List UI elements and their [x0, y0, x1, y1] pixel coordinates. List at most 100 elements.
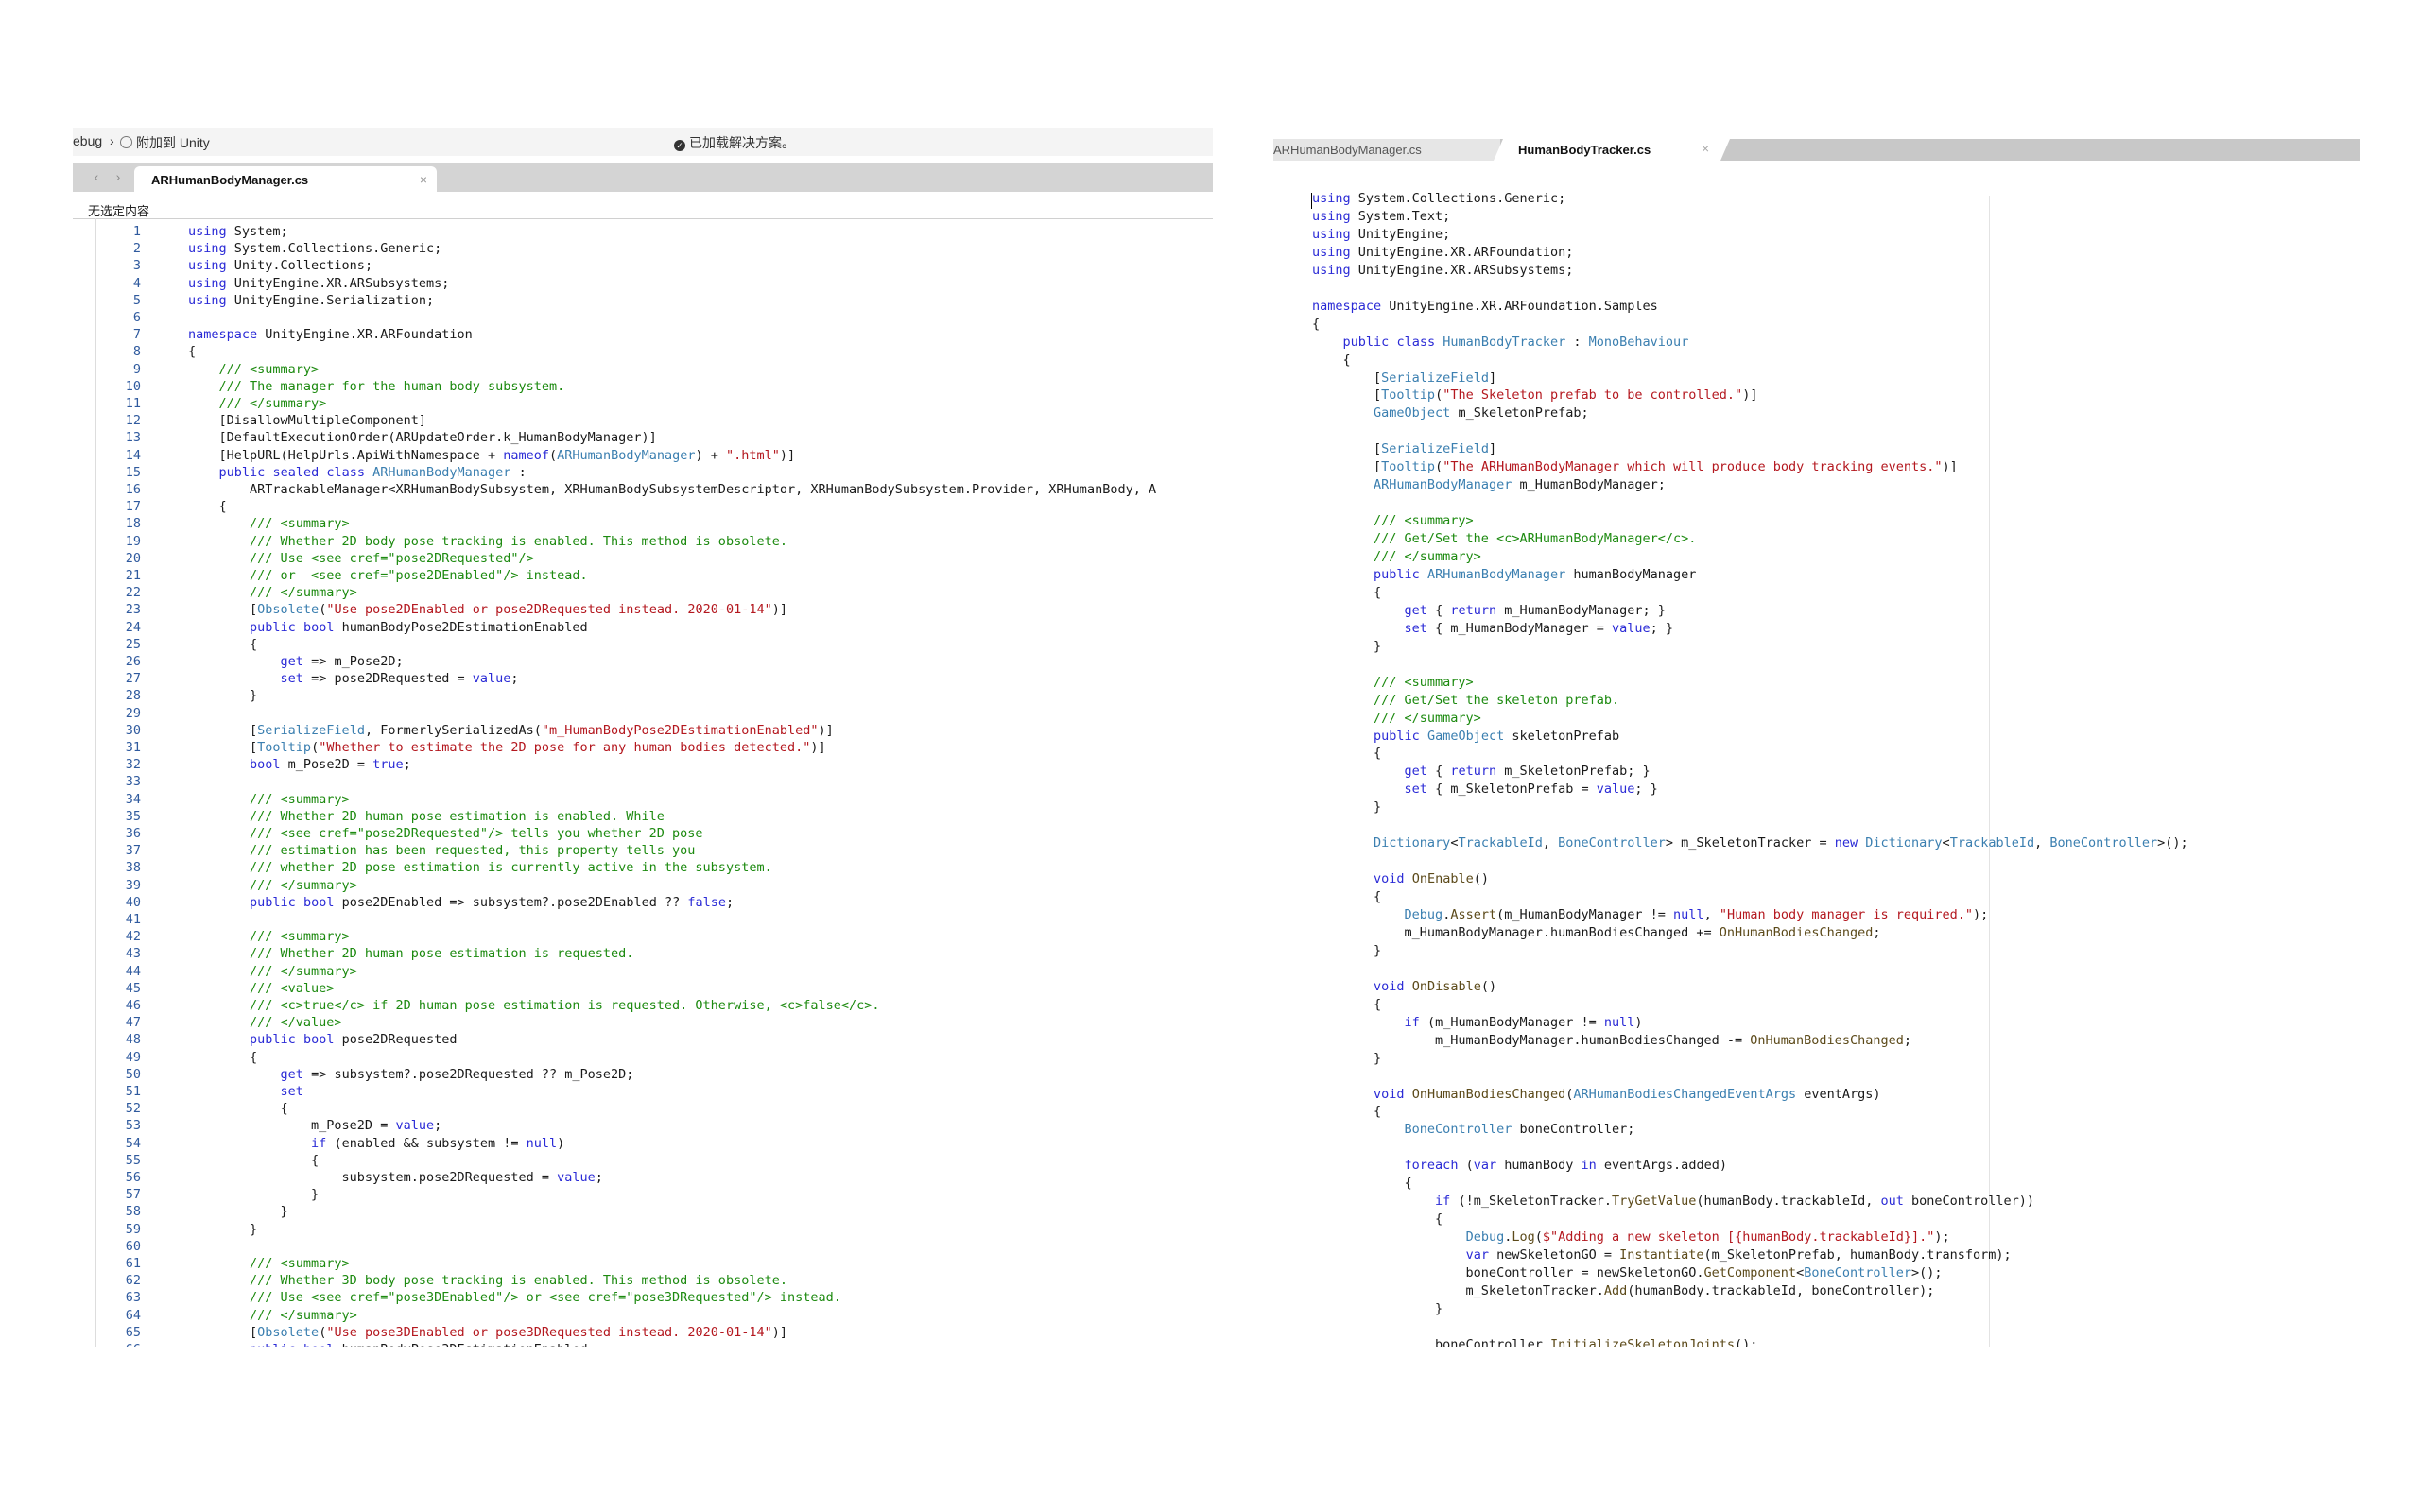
code-line[interactable]: { [1312, 997, 1381, 1012]
code-line[interactable]: /// <summary> [188, 1256, 350, 1271]
code-line[interactable]: { [1312, 1176, 1412, 1191]
code-line[interactable]: [SerializeField, FormerlySerializedAs("m… [188, 723, 834, 738]
code-line[interactable]: [Obsolete("Use pose3DEnabled or pose3DRe… [188, 1325, 787, 1340]
code-line[interactable]: [SerializeField] [1312, 441, 1496, 456]
code-line[interactable]: /// estimation has been requested, this … [188, 843, 695, 858]
code-line[interactable]: void OnDisable() [1312, 979, 1496, 994]
code-line[interactable]: ARTrackableManager<XRHumanBodySubsystem,… [188, 482, 1156, 497]
code-line[interactable]: GameObject m_SkeletonPrefab; [1312, 405, 1589, 421]
code-line[interactable]: } [188, 1204, 288, 1219]
code-line[interactable]: public sealed class ARHumanBodyManager : [188, 465, 527, 480]
code-line[interactable]: { [188, 499, 227, 514]
code-line[interactable]: Debug.Assert(m_HumanBodyManager != null,… [1312, 907, 1989, 922]
close-icon[interactable]: × [420, 172, 427, 187]
code-line[interactable]: public ARHumanBodyManager humanBodyManag… [1312, 567, 1696, 582]
code-line[interactable]: { [1312, 746, 1381, 761]
code-line[interactable]: namespace UnityEngine.XR.ARFoundation.Sa… [1312, 299, 1658, 314]
code-line[interactable]: foreach (var humanBody in eventArgs.adde… [1312, 1158, 1727, 1173]
code-line[interactable]: /// or <see cref="pose2DEnabled"/> inste… [188, 568, 588, 583]
code-line[interactable]: get => subsystem?.pose2DRequested ?? m_P… [188, 1067, 634, 1082]
code-line[interactable]: [DisallowMultipleComponent] [188, 413, 426, 428]
code-line[interactable]: /// <summary> [188, 362, 320, 377]
code-line[interactable]: } [1312, 799, 1381, 815]
code-line[interactable]: using System; [188, 224, 288, 239]
code-line[interactable]: using UnityEngine.XR.ARFoundation; [1312, 245, 1573, 260]
code-line[interactable]: namespace UnityEngine.XR.ARFoundation [188, 327, 473, 342]
code-line[interactable]: /// The manager for the human body subsy… [188, 379, 565, 394]
code-line[interactable]: [HelpURL(HelpUrls.ApiWithNamespace + nam… [188, 448, 796, 463]
code-line[interactable]: boneController.InitializeSkeletonJoints(… [1312, 1337, 1757, 1347]
code-line[interactable]: /// Whether 2D human pose estimation is … [188, 946, 633, 961]
code-line[interactable]: { [1312, 889, 1381, 904]
code-line[interactable]: /// </summary> [1312, 549, 1481, 564]
code-line[interactable]: get { return m_HumanBodyManager; } [1312, 603, 1666, 618]
code-line[interactable]: boneController = newSkeletonGO.GetCompon… [1312, 1265, 1943, 1280]
code-line[interactable]: set [188, 1084, 303, 1099]
code-line[interactable]: /// </summary> [188, 585, 357, 600]
code-line[interactable]: /// Whether 2D human pose estimation is … [188, 809, 665, 824]
code-line[interactable]: using UnityEngine.XR.ARSubsystems; [1312, 263, 1573, 278]
close-icon[interactable]: × [1702, 141, 1709, 156]
nav-back-icon[interactable]: ‹ [89, 169, 104, 184]
code-line[interactable]: /// <summary> [188, 929, 350, 944]
code-line[interactable]: { [1312, 585, 1381, 600]
code-line[interactable]: [Obsolete("Use pose2DEnabled or pose2DRe… [188, 602, 787, 617]
code-line[interactable]: { [1312, 1104, 1381, 1119]
code-line[interactable]: set => pose2DRequested = value; [188, 671, 519, 686]
code-line[interactable]: { [1312, 317, 1320, 332]
code-line[interactable]: [Tooltip("The Skeleton prefab to be cont… [1312, 387, 1757, 403]
code-line[interactable]: public bool pose2DRequested [188, 1032, 457, 1047]
code-line[interactable]: /// Whether 3D body pose tracking is ena… [188, 1273, 787, 1288]
code-line[interactable]: m_Pose2D = value; [188, 1118, 441, 1133]
code-line[interactable]: ARHumanBodyManager m_HumanBodyManager; [1312, 477, 1666, 492]
code-line[interactable]: public bool humanBodyPose3DEstimationEna… [188, 1342, 588, 1347]
code-line[interactable]: { [1312, 1211, 1443, 1227]
code-line[interactable]: /// </summary> [188, 1308, 357, 1323]
code-line[interactable]: BoneController boneController; [1312, 1122, 1635, 1137]
code-line[interactable]: void OnHumanBodiesChanged(ARHumanBodiesC… [1312, 1087, 1880, 1102]
code-line[interactable]: Debug.Log($"Adding a new skeleton [{huma… [1312, 1229, 1950, 1245]
code-line[interactable]: /// whether 2D pose estimation is curren… [188, 860, 772, 875]
code-line[interactable]: set { m_HumanBodyManager = value; } [1312, 621, 1674, 636]
code-line[interactable]: using UnityEngine.Serialization; [188, 293, 434, 308]
code-line[interactable]: Dictionary<TrackableId, BoneController> … [1312, 835, 2188, 850]
code-line[interactable]: /// <summary> [1312, 513, 1474, 528]
code-line[interactable]: using System.Collections.Generic; [188, 241, 441, 256]
code-line[interactable]: subsystem.pose2DRequested = value; [188, 1170, 603, 1185]
code-line[interactable]: m_HumanBodyManager.humanBodiesChanged -=… [1312, 1033, 1911, 1048]
code-line[interactable]: using UnityEngine.XR.ARSubsystems; [188, 276, 449, 291]
code-line[interactable]: if (!m_SkeletonTracker.TryGetValue(human… [1312, 1194, 2034, 1209]
code-line[interactable]: bool m_Pose2D = true; [188, 757, 411, 772]
code-line[interactable]: get => m_Pose2D; [188, 654, 404, 669]
code-line[interactable]: using System.Text; [1312, 209, 1450, 224]
code-line[interactable]: } [188, 688, 257, 703]
code-line[interactable]: { [188, 1101, 288, 1116]
code-line[interactable]: } [1312, 943, 1381, 958]
code-line[interactable]: } [1312, 1051, 1381, 1066]
member-selector[interactable]: 无选定内容 [73, 198, 1213, 219]
code-line[interactable]: using UnityEngine; [1312, 227, 1450, 242]
code-line[interactable]: public GameObject skeletonPrefab [1312, 729, 1619, 744]
code-line[interactable]: /// </value> [188, 1015, 342, 1030]
code-line[interactable]: if (m_HumanBodyManager != null) [1312, 1015, 1643, 1030]
code-line[interactable]: /// Use <see cref="pose2DRequested"/> [188, 551, 534, 566]
code-line[interactable]: /// </summary> [188, 964, 357, 979]
nav-forward-icon[interactable]: › [111, 169, 126, 184]
code-line[interactable]: [SerializeField] [1312, 370, 1496, 386]
code-line[interactable]: [Tooltip("The ARHumanBodyManager which w… [1312, 459, 1958, 474]
code-line[interactable]: using System.Collections.Generic; [1312, 191, 1565, 206]
code-line[interactable]: { [188, 637, 257, 652]
code-line[interactable]: /// <see cref="pose2DRequested"/> tells … [188, 826, 703, 841]
code-line[interactable]: get { return m_SkeletonPrefab; } [1312, 764, 1651, 779]
code-line[interactable]: void OnEnable() [1312, 871, 1489, 886]
code-line[interactable]: /// <summary> [1312, 675, 1474, 690]
code-line[interactable]: public class HumanBodyTracker : MonoBeha… [1312, 335, 1689, 350]
code-line[interactable]: { [188, 1050, 257, 1065]
tab-humanbodytracker[interactable]: HumanBodyTracker.cs × [1494, 139, 1730, 161]
code-line[interactable]: m_SkeletonTracker.Add(humanBody.trackabl… [1312, 1283, 1935, 1298]
code-line[interactable]: public bool humanBodyPose2DEstimationEna… [188, 620, 588, 635]
code-line[interactable]: /// <summary> [188, 516, 350, 531]
code-line[interactable]: /// Get/Set the <c>ARHumanBodyManager</c… [1312, 531, 1696, 546]
code-line[interactable]: if (enabled && subsystem != null) [188, 1136, 564, 1151]
code-line[interactable]: [DefaultExecutionOrder(ARUpdateOrder.k_H… [188, 430, 657, 445]
